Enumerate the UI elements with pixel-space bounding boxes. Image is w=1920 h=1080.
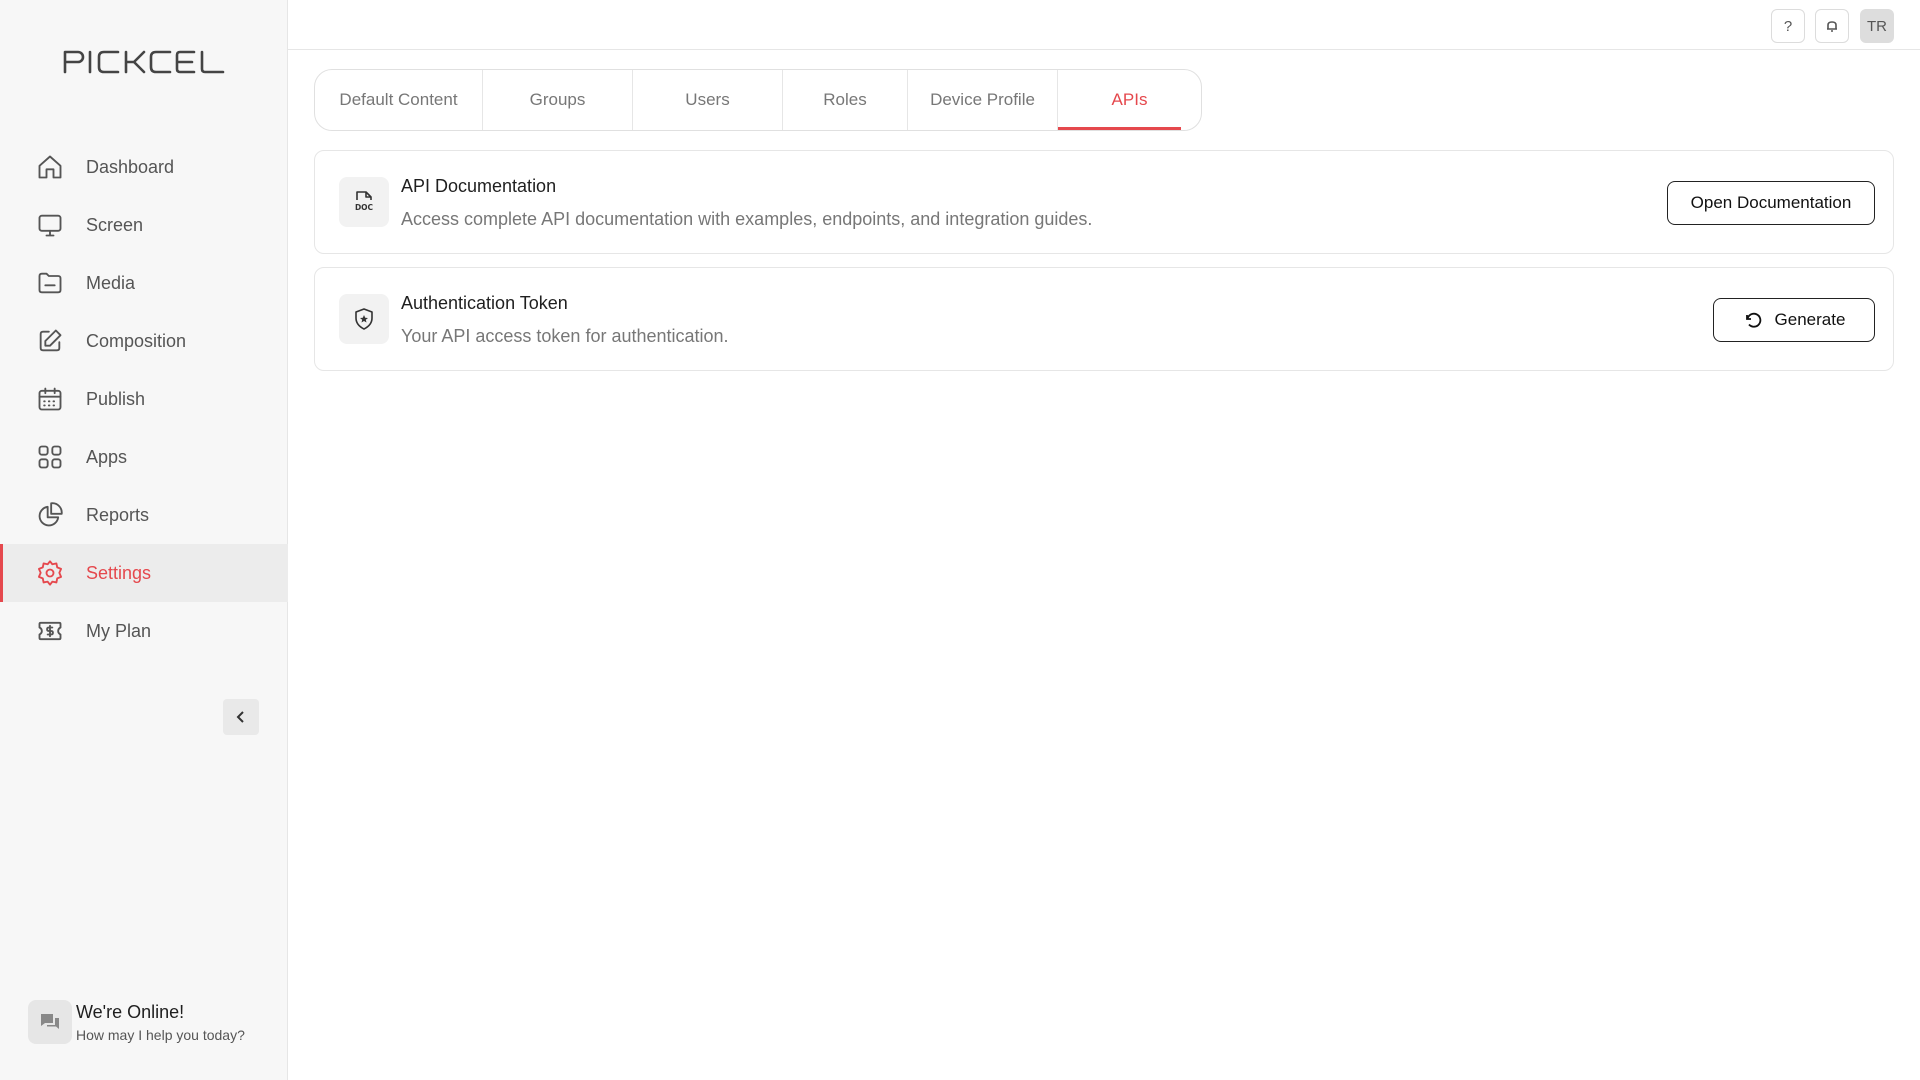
refresh-icon [1745,312,1761,328]
home-icon [36,153,64,181]
sidebar-item-screen[interactable]: Screen [0,196,288,254]
sidebar: Dashboard Screen Media Composition Publi… [0,0,288,1080]
help-button[interactable]: ? [1771,9,1805,43]
edit-icon [36,327,64,355]
card-description: Access complete API documentation with e… [401,209,1093,229]
doc-file-icon: DOC [339,177,389,227]
generate-token-button[interactable]: Generate [1713,298,1875,342]
tab-apis[interactable]: APIs [1058,70,1201,130]
tab-users[interactable]: Users [633,70,783,130]
pie-chart-icon [36,501,64,529]
sidebar-item-reports[interactable]: Reports [0,486,288,544]
notifications-button[interactable] [1815,9,1849,43]
chat-bubble-icon [28,1000,72,1044]
top-bar: ? TR [288,0,1920,50]
chat-subtitle: How may I help you today? [76,1026,245,1043]
chat-widget[interactable]: We're Online! How may I help you today? [28,1000,245,1044]
shield-star-icon [339,294,389,344]
pickcel-logo[interactable] [62,46,226,78]
sidebar-item-apps[interactable]: Apps [0,428,288,486]
sidebar-item-settings[interactable]: Settings [0,544,288,602]
sidebar-item-label: Dashboard [86,156,175,177]
svg-text:DOC: DOC [355,203,374,212]
tab-roles[interactable]: Roles [783,70,908,130]
sidebar-item-label: Reports [86,504,150,525]
help-icon: ? [1783,17,1793,35]
sidebar-item-dashboard[interactable]: Dashboard [0,138,288,196]
chat-title: We're Online! [76,1001,185,1022]
api-documentation-card: DOC API Documentation Access complete AP… [314,150,1894,254]
sidebar-item-publish[interactable]: Publish [0,370,288,428]
settings-tabs: Default Content Groups Users Roles Devic… [314,69,1202,131]
chevron-left-icon [236,711,244,723]
sidebar-nav: Dashboard Screen Media Composition Publi… [0,138,288,660]
card-title: Authentication Token [401,293,568,313]
sidebar-item-label: Media [86,272,136,293]
dollar-ticket-icon [36,617,64,645]
collapse-sidebar-button[interactable] [223,699,259,735]
calendar-icon [36,385,64,413]
chat-text: We're Online! How may I help you today? [76,1002,245,1043]
sidebar-item-composition[interactable]: Composition [0,312,288,370]
sidebar-item-label: Settings [86,562,152,583]
monitor-icon [36,211,64,239]
grid-icon [36,443,64,471]
sidebar-item-label: My Plan [86,620,152,641]
tab-device-profile[interactable]: Device Profile [908,70,1058,130]
sidebar-item-label: Apps [86,446,128,467]
tab-default-content[interactable]: Default Content [315,70,483,130]
sidebar-item-my-plan[interactable]: My Plan [0,602,288,660]
gear-icon [36,559,64,587]
card-description: Your API access token for authentication… [401,326,729,346]
sidebar-item-label: Publish [86,388,146,409]
user-avatar[interactable]: TR [1860,9,1894,43]
card-title: API Documentation [401,176,557,196]
generate-button-label: Generate [1774,310,1846,329]
authentication-token-card: Authentication Token Your API access tok… [314,267,1894,371]
sidebar-item-media[interactable]: Media [0,254,288,312]
tab-groups[interactable]: Groups [483,70,633,130]
folder-icon [36,269,64,297]
sidebar-item-label: Composition [86,330,187,351]
open-documentation-button[interactable]: Open Documentation [1667,181,1875,225]
sidebar-item-label: Screen [86,214,144,235]
bell-icon [1827,21,1837,32]
